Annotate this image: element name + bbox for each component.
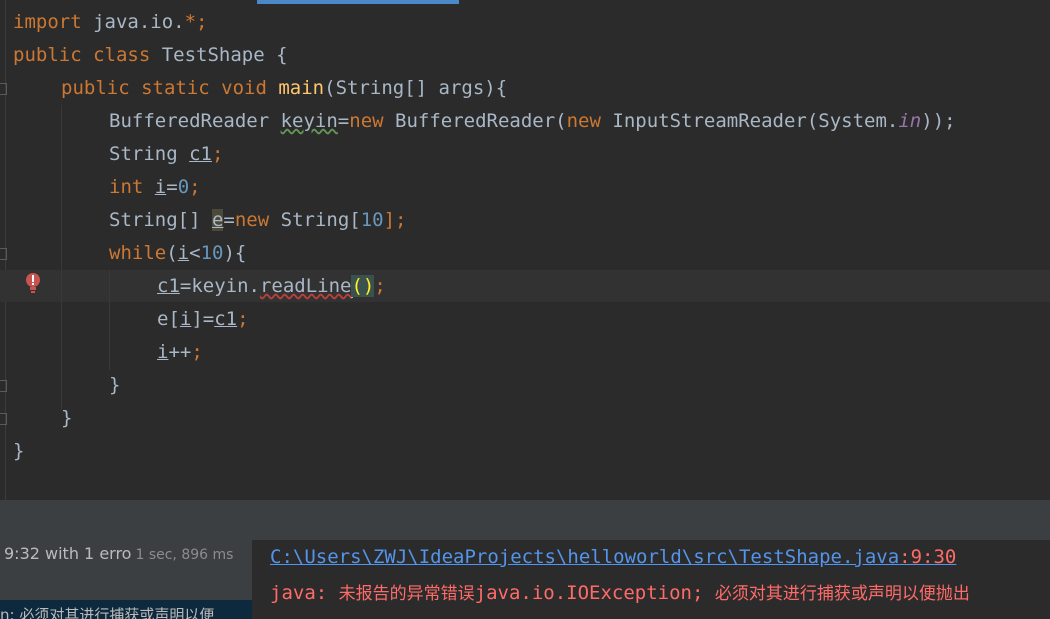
code-line-1[interactable]: import java.io.*; [13,6,208,39]
build-output-panel[interactable]: C:\Users\ZWJ\IdeaProjects\helloworld\src… [252,540,1050,619]
method-call: readLine [259,275,352,297]
keyword: import [13,11,82,33]
code-line-6[interactable]: int i=0; [109,171,201,204]
error-bulb-icon[interactable] [24,272,42,294]
error-text-cn: 未报告的异常错误 [338,584,475,604]
type: BufferedReader [109,110,281,132]
code-line-14[interactable]: } [13,435,24,468]
indent-guide [109,270,110,370]
operator: ]= [191,308,215,330]
number: 10 [200,242,224,264]
constructor: BufferedReader( [383,110,567,132]
code-editor[interactable]: import java.io.*; public class TestShape… [0,0,1050,500]
semicolon: ; [237,308,249,330]
closing-brace: } [61,407,73,429]
assignment: =keyin. [179,275,260,297]
variable: i [154,176,167,198]
constructor: String[ [269,209,361,231]
fold-marker-icon[interactable] [0,380,7,392]
fold-marker-icon[interactable] [0,248,7,260]
build-time: 1 sec, 896 ms [135,547,234,563]
params: (String[] args){ [324,77,508,99]
keyword: int [109,176,144,198]
fold-marker-icon[interactable] [0,413,7,425]
closing-brace: } [13,440,25,462]
semicolon: ; [196,11,208,33]
build-tree-panel[interactable]: 9:32 with 1 erro 1 sec, 896 ms n: 必须对其进行捕… [0,540,252,619]
code-line-11[interactable]: i++; [157,336,203,369]
keyword: while [109,242,167,264]
code-line-4[interactable]: BufferedReader keyin=new BufferedReader(… [109,105,956,138]
keyword: class [81,44,151,66]
code-line-7[interactable]: String[] e=new String[10]; [109,204,406,237]
exception-name: java.io.IOException [474,582,692,604]
closing-brace: } [109,374,121,396]
variable: i [157,341,169,363]
keyword: new [234,209,270,231]
operator: < [189,242,201,264]
number: 0 [177,176,190,198]
code-line-10[interactable]: e[i]=c1; [157,303,249,336]
paren-pair: () [351,275,375,297]
line-column: :9:30 [899,546,957,568]
code-line-8[interactable]: while(i<10){ [109,237,246,270]
error-text-cn-2: 必须对其进行捕获或声明以便抛出 [714,584,970,604]
semicolon: ; [191,341,203,363]
keyword: new [566,110,601,132]
type: String[] [109,209,212,231]
paren: ( [166,242,178,264]
closing: ){ [223,242,247,264]
indent-guide [61,105,62,409]
semicolon: ; [211,143,224,165]
operator: ++ [168,341,192,363]
code-line-3[interactable]: public static void main(String[] args){ [61,72,507,105]
tool-window-divider[interactable] [0,500,1050,540]
semicolon: ; [374,275,386,297]
active-tab-indicator [257,0,459,4]
closing: ]; [383,209,407,231]
keyword: new [349,110,384,132]
fold-marker-icon[interactable] [0,83,7,95]
variable: c1 [189,143,212,165]
number: 10 [360,209,384,231]
keyword: public [13,44,82,66]
build-error-item[interactable]: n: 必须对其进行捕获或声明以便 [0,604,214,619]
static-field: in [898,110,922,132]
operator: = [223,209,235,231]
error-separator: ; [691,582,715,604]
semicolon: ; [189,176,201,198]
error-message: java: 未报告的异常错误java.io.IOException; 必须对其进… [270,579,970,604]
array: e[ [157,308,180,330]
file-path[interactable]: C:\Users\ZWJ\IdeaProjects\helloworld\src… [270,546,899,568]
variable: i [179,308,192,330]
variable: keyin [280,110,338,132]
operator: = [337,110,350,132]
type: String [109,143,190,165]
package-name: java.io. [81,11,185,33]
wildcard: * [184,11,197,33]
error-prefix: java: [270,582,339,604]
error-file-link[interactable]: C:\Users\ZWJ\IdeaProjects\helloworld\src… [270,546,956,568]
operator: = [166,176,178,198]
build-status-text: 9:32 with 1 erro [4,544,132,563]
variable: c1 [214,308,238,330]
method-name: main [278,77,325,99]
code-line-12[interactable]: } [109,369,120,402]
class-name: TestShape { [150,44,288,66]
build-status-row[interactable]: 9:32 with 1 erro 1 sec, 896 ms [4,544,233,563]
constructor: InputStreamReader(System. [600,110,899,132]
code-line-2[interactable]: public class TestShape { [13,39,288,72]
variable: i [177,242,190,264]
code-line-5[interactable]: String c1; [109,138,223,171]
variable: e [211,209,224,231]
modifiers: public static void [61,77,267,99]
variable: c1 [157,275,180,297]
closing: )); [921,110,956,132]
code-line-9[interactable]: c1=keyin.readLine(); [157,270,386,303]
code-line-13[interactable]: } [61,402,72,435]
